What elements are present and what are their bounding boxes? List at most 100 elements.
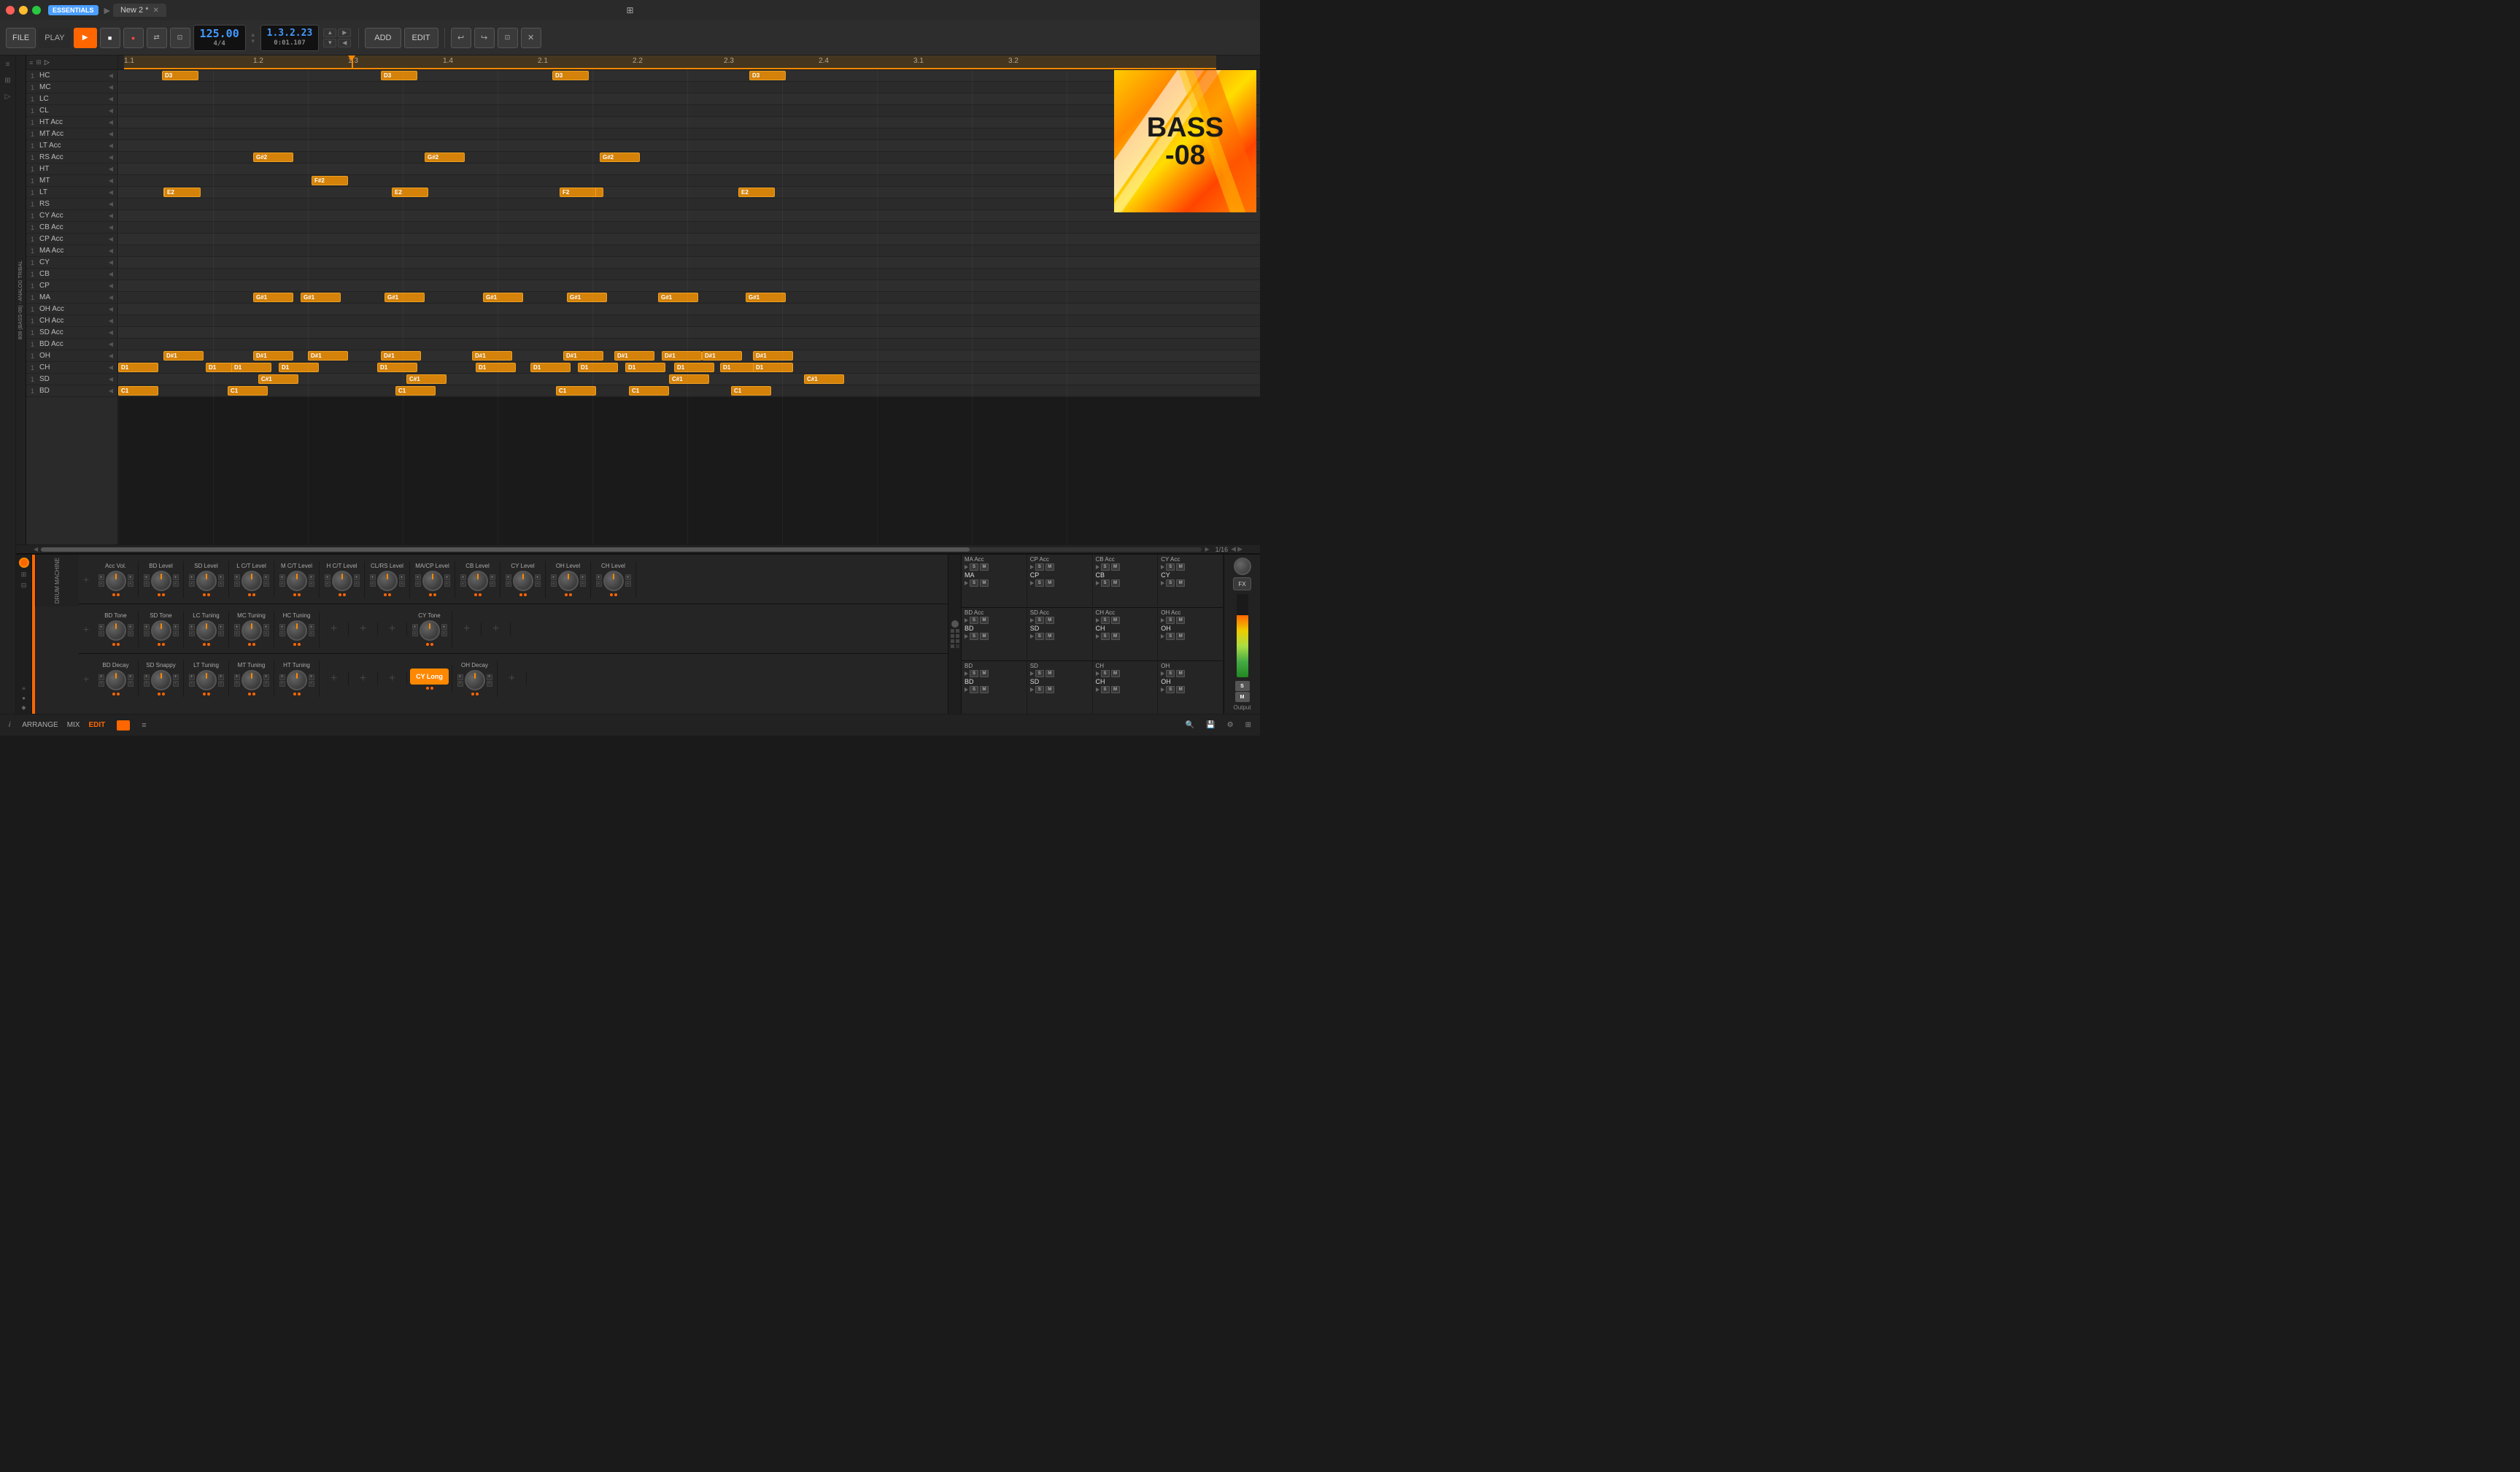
file-button[interactable]: FILE: [6, 28, 36, 48]
clip-30[interactable]: D#1: [753, 351, 793, 361]
m-btn[interactable]: M: [1046, 617, 1054, 624]
clip-22[interactable]: D#1: [253, 351, 293, 361]
minus-btn[interactable]: -: [460, 581, 466, 587]
knob-control[interactable]: [603, 571, 624, 591]
minus-btn-2[interactable]: -: [218, 581, 224, 587]
plus-btn-2[interactable]: +: [441, 624, 447, 630]
play-tri[interactable]: [1096, 671, 1099, 676]
clip-42[interactable]: D1: [753, 363, 793, 372]
track-header-ch[interactable]: 1 CH ◀: [26, 362, 117, 374]
grid-icon[interactable]: ⊞: [36, 58, 42, 66]
arrange-row-26[interactable]: C#1C#1C#1C#1: [118, 374, 1260, 385]
plus-btn[interactable]: +: [189, 624, 195, 630]
zoom-in-btn[interactable]: ▶: [1237, 545, 1242, 553]
s-btn2[interactable]: S: [1166, 579, 1175, 587]
minus-btn-2[interactable]: -: [218, 631, 224, 636]
s-btn2[interactable]: S: [1166, 633, 1175, 640]
knob-control[interactable]: [106, 620, 126, 641]
clip-38[interactable]: D1: [578, 363, 618, 372]
knob-control[interactable]: [287, 620, 307, 641]
knob-control[interactable]: [420, 620, 440, 641]
s-btn2[interactable]: S: [970, 579, 978, 587]
knob-control[interactable]: [241, 670, 262, 690]
play-tri[interactable]: [965, 565, 968, 569]
minus-btn-2[interactable]: -: [399, 581, 405, 587]
track-header-cy-acc[interactable]: 1 CY Acc ◀: [26, 210, 117, 222]
s-btn[interactable]: S: [1166, 563, 1175, 571]
knob-control[interactable]: [287, 571, 307, 591]
play-tri[interactable]: [1096, 565, 1099, 569]
track-header-ht[interactable]: 1 HT ◀: [26, 163, 117, 175]
clip-3[interactable]: D3: [749, 71, 786, 80]
s-btn[interactable]: S: [1166, 670, 1175, 677]
delete-button[interactable]: ✕: [521, 28, 541, 48]
redo-button[interactable]: ↪: [474, 28, 495, 48]
arrange-row-10[interactable]: F2E2E2E2E2F2: [118, 187, 1260, 199]
m-btn2[interactable]: M: [1111, 579, 1120, 587]
clip-48[interactable]: C1: [228, 386, 268, 396]
minus-btn-2[interactable]: -: [444, 581, 450, 587]
add-knob-btn[interactable]: +: [360, 672, 366, 685]
track-header-ma-acc[interactable]: 1 MA Acc ◀: [26, 245, 117, 257]
clip-20[interactable]: G#1: [746, 293, 786, 302]
arrange-row-16[interactable]: [118, 257, 1260, 269]
search-icon[interactable]: 🔍: [1186, 721, 1194, 729]
plus-btn[interactable]: +: [279, 574, 285, 580]
plus-btn-2[interactable]: +: [218, 674, 224, 680]
s-btn[interactable]: S: [1035, 670, 1044, 677]
plus-btn[interactable]: +: [325, 574, 331, 580]
clip-5[interactable]: G#2: [425, 153, 465, 162]
knob-control[interactable]: [558, 571, 579, 591]
knob-control[interactable]: [241, 620, 262, 641]
plus-btn-2[interactable]: +: [263, 574, 269, 580]
track-header-ma[interactable]: 1 MA ◀: [26, 292, 117, 304]
settings-icon[interactable]: ⚙: [1227, 721, 1234, 729]
arrange-row-15[interactable]: [118, 245, 1260, 257]
m-btn[interactable]: M: [980, 563, 989, 571]
arrange-row-17[interactable]: [118, 269, 1260, 280]
minus-btn[interactable]: -: [189, 681, 195, 687]
knob-control[interactable]: [377, 571, 398, 591]
plus-btn[interactable]: +: [234, 574, 240, 580]
arrange-row-18[interactable]: [118, 280, 1260, 292]
bottom-icon-3[interactable]: ◆: [21, 704, 26, 711]
clip-14[interactable]: G#1: [253, 293, 293, 302]
clip-39[interactable]: D1: [625, 363, 665, 372]
m-btn[interactable]: M: [980, 670, 989, 677]
clip-52[interactable]: C1: [731, 386, 771, 396]
plus-btn[interactable]: +: [189, 674, 195, 680]
play-tri[interactable]: [965, 618, 968, 623]
plus-btn-2[interactable]: +: [173, 624, 179, 630]
s-btn2[interactable]: S: [1101, 633, 1110, 640]
arrange-row-4[interactable]: [118, 117, 1260, 128]
minus-btn[interactable]: -: [98, 581, 104, 587]
sel-dot-1[interactable]: [951, 620, 959, 628]
arrange-row-20[interactable]: [118, 304, 1260, 315]
arrange-row-21[interactable]: [118, 315, 1260, 327]
plus-btn-2[interactable]: +: [309, 674, 314, 680]
add-channel-btn-2[interactable]: +: [79, 604, 93, 653]
minus-btn[interactable]: -: [98, 631, 104, 636]
sg-3[interactable]: [951, 634, 954, 638]
sidebar-icon-1[interactable]: ≡: [2, 58, 14, 70]
add-knob-btn[interactable]: +: [463, 623, 470, 636]
plus-btn-2[interactable]: +: [444, 574, 450, 580]
play-tri[interactable]: [1030, 565, 1034, 569]
m-btn[interactable]: M: [1111, 670, 1120, 677]
clip-7[interactable]: F#2: [312, 176, 348, 185]
knob-control[interactable]: [287, 670, 307, 690]
add-knob-btn[interactable]: +: [389, 672, 395, 685]
cursor-icon-header[interactable]: ▷: [45, 58, 50, 66]
minus-btn[interactable]: -: [189, 581, 195, 587]
arrange-row-27[interactable]: C1C1C1C1C1C1: [118, 385, 1260, 397]
arrange-row-1[interactable]: [118, 82, 1260, 93]
track-header-cb-acc[interactable]: 1 CB Acc ◀: [26, 222, 117, 234]
sg-1[interactable]: [951, 629, 954, 633]
m-btn2[interactable]: M: [1111, 686, 1120, 693]
power-icon[interactable]: [19, 558, 29, 568]
plus-btn-2[interactable]: +: [399, 574, 405, 580]
clip-34[interactable]: D1: [279, 363, 319, 372]
knob-control[interactable]: [106, 670, 126, 690]
copy-button[interactable]: ⊡: [498, 28, 518, 48]
arrange-row-6[interactable]: [118, 140, 1260, 152]
